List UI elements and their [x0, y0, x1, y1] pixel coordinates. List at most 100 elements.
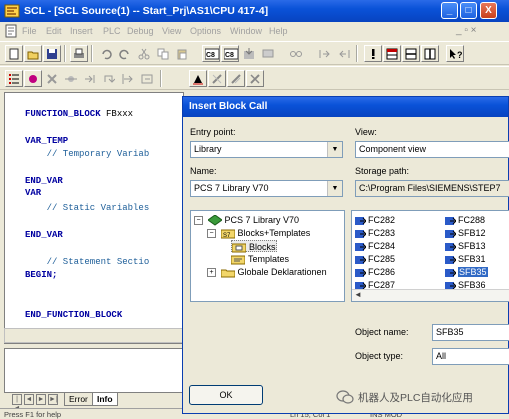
- toolbar-separator: [356, 45, 358, 62]
- new-file-button[interactable]: [5, 45, 23, 62]
- list-item[interactable]: SFB31: [445, 253, 486, 265]
- menu-options[interactable]: Options: [190, 26, 221, 36]
- object-name-field[interactable]: SFB35: [432, 324, 509, 341]
- name-select[interactable]: PCS 7 Library V70 ▼: [190, 180, 343, 197]
- tree-item[interactable]: Templates: [231, 253, 289, 265]
- collapse-icon[interactable]: −: [207, 229, 216, 239]
- compile-all-icon: C8: [224, 48, 238, 60]
- tree-item[interactable]: − PCS 7 Library V70: [194, 214, 299, 226]
- menu-window[interactable]: Window: [230, 26, 262, 36]
- expand-icon[interactable]: +: [207, 268, 216, 278]
- tree-item-blocks[interactable]: Blocks: [231, 240, 277, 253]
- step-in-button[interactable]: [316, 45, 334, 62]
- blocks-list[interactable]: FC282 FC283 FC284 FC285 FC286 FC287 FC28…: [351, 210, 509, 302]
- cut-button[interactable]: [135, 45, 153, 62]
- list-item[interactable]: FC286: [355, 266, 395, 278]
- menu-insert[interactable]: Insert: [70, 26, 93, 36]
- blocks-horizontal-scrollbar[interactable]: ◄: [352, 289, 509, 301]
- block-icon: [355, 229, 366, 238]
- maximize-button[interactable]: □: [460, 2, 477, 19]
- print-button[interactable]: [70, 45, 88, 62]
- mdi-window-controls[interactable]: _ ▫ ×: [456, 25, 477, 36]
- compile-all-button[interactable]: C8: [221, 45, 239, 62]
- scl-app-icon: [4, 4, 20, 18]
- next-tab-button[interactable]: ►: [36, 394, 46, 405]
- minimize-button[interactable]: _: [441, 2, 458, 19]
- compile-button[interactable]: C8: [202, 45, 220, 62]
- menu-edit[interactable]: Edit: [46, 26, 62, 36]
- close-button[interactable]: X: [480, 2, 497, 19]
- list-item[interactable]: SFB13: [445, 240, 486, 252]
- tree-item[interactable]: − S7 Blocks+Templates: [207, 227, 310, 239]
- redo-icon: [119, 49, 129, 60]
- redo-button[interactable]: [116, 45, 134, 62]
- list-item[interactable]: FC288: [445, 214, 485, 226]
- collapse-icon[interactable]: −: [194, 216, 203, 226]
- block-icon: [355, 255, 366, 264]
- entry-point-select[interactable]: Library ▼: [190, 141, 343, 158]
- view-select[interactable]: Component view: [355, 141, 509, 158]
- view-layout-button[interactable]: [383, 45, 401, 62]
- code-line: END_FUNCTION_BLOCK: [25, 310, 123, 320]
- block-icon: [355, 268, 366, 277]
- next-statement-button[interactable]: [119, 70, 137, 87]
- chevron-down-icon[interactable]: ▼: [327, 181, 342, 196]
- context-help-button[interactable]: ?: [446, 45, 464, 62]
- scroll-left-icon[interactable]: ◄: [354, 290, 362, 299]
- menu-debug[interactable]: Debug: [127, 26, 154, 36]
- open-button[interactable]: [24, 45, 42, 62]
- breakpoint-button[interactable]: [364, 45, 382, 62]
- split-window-button[interactable]: [402, 45, 420, 62]
- tab-error[interactable]: Error: [64, 393, 93, 406]
- step-over-button[interactable]: [100, 70, 118, 87]
- object-type-select[interactable]: All: [432, 348, 509, 365]
- menu-file[interactable]: File: [22, 26, 37, 36]
- prev-tab-button[interactable]: ◄: [24, 394, 34, 405]
- undo-button[interactable]: [97, 45, 115, 62]
- split-window-icon: [405, 48, 417, 60]
- list-item[interactable]: FC283: [355, 227, 395, 239]
- list-item[interactable]: FC285: [355, 253, 395, 265]
- record-button[interactable]: [24, 70, 42, 87]
- clear-breakpoints-button[interactable]: [43, 70, 61, 87]
- toggle-breakpoint-button[interactable]: [62, 70, 80, 87]
- copy-button[interactable]: [154, 45, 172, 62]
- step-out-button[interactable]: [335, 45, 353, 62]
- list-item-selected[interactable]: SFB35: [445, 266, 488, 278]
- download-button[interactable]: [240, 45, 258, 62]
- svg-text:S7: S7: [223, 233, 231, 239]
- svg-text:?: ?: [457, 50, 463, 60]
- menu-view[interactable]: View: [162, 26, 181, 36]
- list-item[interactable]: FC282: [355, 214, 395, 226]
- ok-button[interactable]: OK: [189, 385, 263, 405]
- last-tab-button[interactable]: ►|: [48, 394, 58, 405]
- block-icon: [445, 255, 456, 264]
- scl-source-editor[interactable]: FUNCTION_BLOCK FBxxx VAR_TEMP // Tempora…: [4, 92, 184, 344]
- open-folder-icon: [27, 51, 39, 60]
- tile-window-button[interactable]: [421, 45, 439, 62]
- run-to-cursor-button[interactable]: [81, 70, 99, 87]
- clear-bookmarks-icon: [250, 74, 260, 84]
- continue-button[interactable]: [138, 70, 156, 87]
- next-bookmark-button[interactable]: [227, 70, 245, 87]
- block-icon: [445, 268, 456, 277]
- bookmark-button[interactable]: [208, 70, 226, 87]
- project-tree[interactable]: − PCS 7 Library V70 − S7 Blocks+Templates…: [190, 210, 345, 302]
- tree-item[interactable]: + Globale Deklarationen: [207, 266, 327, 278]
- clear-bookmarks-button[interactable]: [246, 70, 264, 87]
- editor-horizontal-scrollbar[interactable]: [4, 328, 184, 343]
- list-item[interactable]: SFB12: [445, 227, 486, 239]
- first-tab-button[interactable]: |◄: [12, 394, 22, 412]
- tab-info[interactable]: Info: [92, 393, 118, 406]
- indent-button[interactable]: [189, 70, 207, 87]
- monitor-button[interactable]: [259, 45, 277, 62]
- block-icon: [445, 216, 456, 225]
- goggles-button[interactable]: [287, 45, 305, 62]
- paste-button[interactable]: [173, 45, 191, 62]
- save-button[interactable]: [43, 45, 61, 62]
- list-item[interactable]: FC284: [355, 240, 395, 252]
- menu-help[interactable]: Help: [269, 26, 288, 36]
- menu-plc[interactable]: PLC: [103, 26, 121, 36]
- list-button[interactable]: [5, 70, 23, 87]
- chevron-down-icon[interactable]: ▼: [327, 142, 342, 157]
